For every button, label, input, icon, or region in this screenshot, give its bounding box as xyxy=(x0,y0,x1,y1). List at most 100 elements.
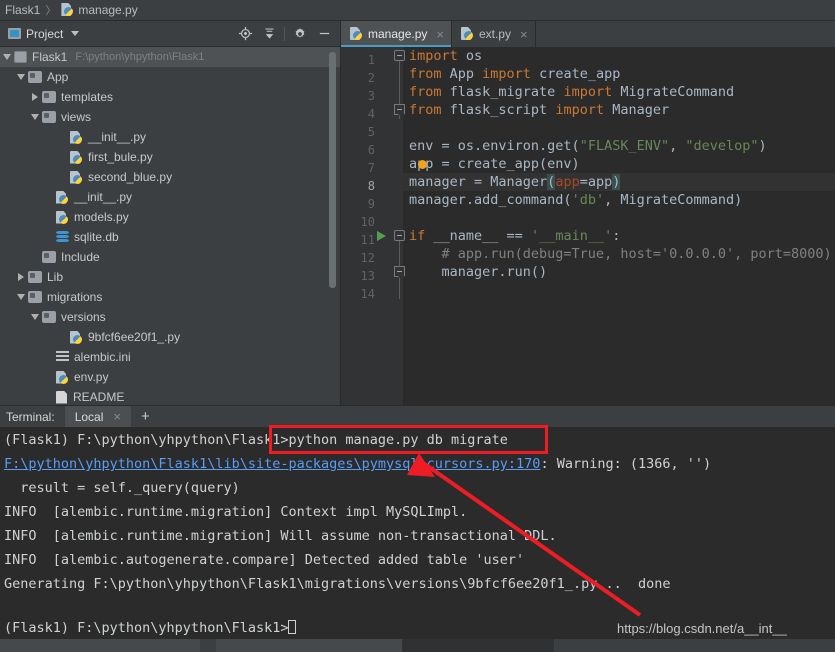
run-gutter-icon[interactable] xyxy=(377,231,386,241)
tree-item-9bfcf6ee20f1-py[interactable]: 9bfcf6ee20f1_.py xyxy=(0,327,340,347)
caret-indicator xyxy=(418,160,427,169)
twisty-placeholder xyxy=(42,347,56,367)
line-number: 11 xyxy=(360,233,375,247)
status-bar-segment xyxy=(216,639,402,652)
settings-gear-icon[interactable] xyxy=(288,22,312,46)
terminal-tab-local[interactable]: Local × xyxy=(64,405,131,428)
tree-item-label: README xyxy=(73,390,125,404)
chevron-down-icon[interactable] xyxy=(28,107,42,127)
tree-item-alembic-ini[interactable]: alembic.ini xyxy=(0,347,340,367)
locate-icon[interactable] xyxy=(233,22,257,46)
code-line: env = os.environ.get("FLASK_ENV", "devel… xyxy=(409,138,767,154)
tree-item-env-py[interactable]: env.py xyxy=(0,367,340,387)
twisty-placeholder xyxy=(56,167,70,187)
terminal-file-link[interactable]: F:\python\yhpython\Flask1\lib\site-packa… xyxy=(4,456,540,472)
tree-item-label: Lib xyxy=(47,270,64,284)
python-file-icon xyxy=(70,151,83,164)
project-window-icon xyxy=(8,28,21,39)
code-line: import os xyxy=(409,48,483,64)
tree-item--init-py[interactable]: __init__.py xyxy=(0,127,340,147)
tree-item-second-blue-py[interactable]: second_blue.py xyxy=(0,167,340,187)
code-editor[interactable]: 1 2 3 4 5 6 7 8 9 10 11 12 13 14 import os from App im… xyxy=(341,47,835,405)
python-file-icon xyxy=(56,191,69,204)
chevron-right-icon[interactable] xyxy=(28,87,42,107)
tree-item-migrations[interactable]: migrations xyxy=(0,287,340,307)
chevron-down-icon[interactable] xyxy=(14,67,28,87)
hide-panel-icon[interactable] xyxy=(312,22,336,46)
tab-ext-py[interactable]: ext.py × xyxy=(452,21,536,47)
collapse-all-icon[interactable] xyxy=(257,22,281,46)
tree-item-app[interactable]: App xyxy=(0,67,340,87)
tree-item-label: 9bfcf6ee20f1_.py xyxy=(88,330,181,344)
tree-item-label: models.py xyxy=(74,210,129,224)
tree-item-label: migrations xyxy=(47,290,103,304)
tree-item-label: __init__.py xyxy=(74,190,133,204)
tree-item-versions[interactable]: versions xyxy=(0,307,340,327)
line-number: 13 xyxy=(360,269,375,283)
line-number: 3 xyxy=(367,89,375,103)
close-icon[interactable]: × xyxy=(520,28,528,41)
tree-item-templates[interactable]: templates xyxy=(0,87,340,107)
folder-icon xyxy=(42,111,56,123)
tab-manage-py[interactable]: manage.py × xyxy=(341,21,452,47)
tree-item-models-py[interactable]: models.py xyxy=(0,207,340,227)
code-line: from flask_script import Manager xyxy=(409,102,670,118)
tree-item--init-py[interactable]: __init__.py xyxy=(0,187,340,207)
project-tree-scrollbar[interactable] xyxy=(329,52,336,288)
tree-item-label: __init__.py xyxy=(88,130,147,144)
terminal-output[interactable]: (Flask1) F:\python\yhpython\Flask1>pytho… xyxy=(0,427,835,639)
status-bar-segment xyxy=(402,639,554,652)
python-file-icon xyxy=(70,331,83,344)
status-bar xyxy=(0,639,835,652)
fold-toggle-icon[interactable] xyxy=(394,50,405,61)
database-icon xyxy=(56,230,69,244)
tree-item-flask1[interactable]: Flask1 F:\python\yhpython\Flask1 xyxy=(0,47,340,67)
code-line: from flask_migrate import MigrateCommand xyxy=(409,84,735,100)
add-terminal-button[interactable]: + xyxy=(131,409,160,424)
tree-item-readme[interactable]: README xyxy=(0,387,340,405)
toolbar-divider xyxy=(284,26,285,41)
tree-item-first-bule-py[interactable]: first_bule.py xyxy=(0,147,340,167)
terminal-cursor xyxy=(288,620,297,634)
line-number: 9 xyxy=(367,197,375,211)
project-toolbar: Project xyxy=(0,21,340,47)
chevron-down-icon[interactable] xyxy=(14,287,28,307)
tree-item-include[interactable]: Include xyxy=(0,247,340,267)
twisty-placeholder xyxy=(42,387,56,405)
terminal-line-res: result = self._query(query) xyxy=(4,480,240,496)
chevron-down-icon[interactable] xyxy=(28,307,42,327)
tree-item-lib[interactable]: Lib xyxy=(0,267,340,287)
chevron-right-icon[interactable] xyxy=(14,267,28,287)
close-icon[interactable]: × xyxy=(436,28,444,41)
code-line: manager = Manager(app=app) xyxy=(409,174,621,190)
chevron-down-icon[interactable] xyxy=(0,47,14,67)
python-file-icon xyxy=(56,211,69,224)
tree-item-label: alembic.ini xyxy=(74,350,131,364)
python-file-icon xyxy=(461,27,474,41)
twisty-placeholder xyxy=(56,147,70,167)
tree-item-label: first_bule.py xyxy=(88,150,153,164)
fold-toggle-icon[interactable] xyxy=(394,230,405,241)
tree-item-views[interactable]: views xyxy=(0,107,340,127)
folder-icon xyxy=(28,71,42,83)
status-bar-segment xyxy=(0,639,200,652)
python-file-icon xyxy=(70,171,83,184)
twisty-placeholder xyxy=(28,247,42,267)
tree-item-label: App xyxy=(47,70,69,84)
editor-gutter[interactable]: 1 2 3 4 5 6 7 8 9 10 11 12 13 14 xyxy=(341,47,406,405)
tree-item-label: second_blue.py xyxy=(88,170,173,184)
terminal-line-last: (Flask1) F:\python\yhpython\Flask1> xyxy=(4,618,297,638)
line-number: 5 xyxy=(367,125,375,139)
breadcrumb-item-project[interactable]: Flask1 xyxy=(2,3,43,17)
close-icon[interactable]: × xyxy=(113,410,121,423)
tree-item-sqlite-db[interactable]: sqlite.db xyxy=(0,227,340,247)
tree-item-label: Include xyxy=(61,250,100,264)
twisty-placeholder xyxy=(42,227,56,247)
fold-toggle-icon[interactable] xyxy=(394,266,406,280)
fold-toggle-icon[interactable] xyxy=(394,104,406,118)
breadcrumb-item-file[interactable]: manage.py xyxy=(58,3,140,17)
project-view-selector[interactable]: Project xyxy=(0,27,80,41)
twisty-placeholder xyxy=(56,327,70,347)
code-line: if __name__ == '__main__': xyxy=(409,228,621,244)
python-file-icon xyxy=(61,3,74,17)
